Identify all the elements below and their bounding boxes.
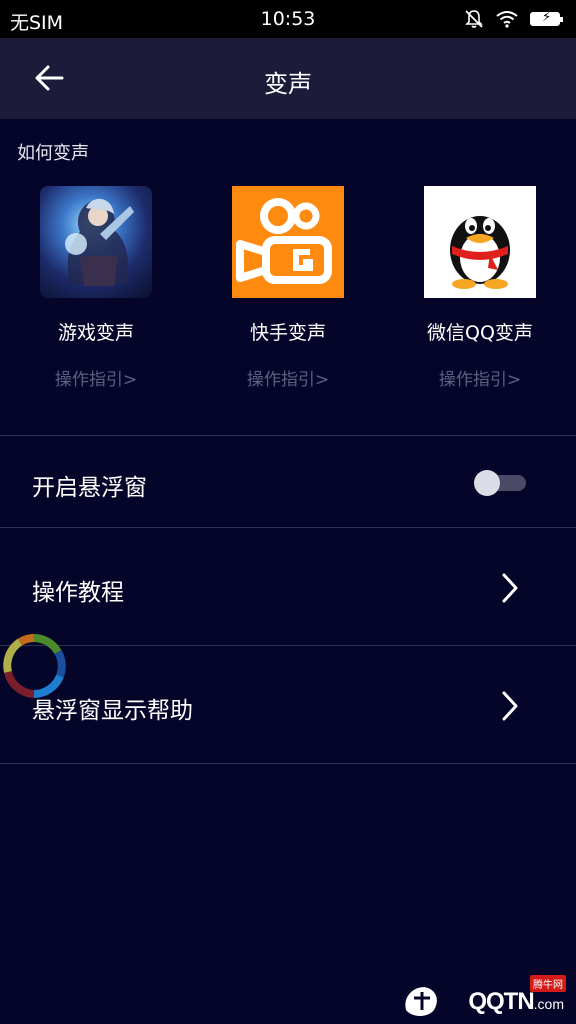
floating-window-label: 开启悬浮窗 bbox=[32, 475, 147, 501]
guide-link[interactable]: 操作指引> bbox=[192, 365, 384, 390]
game-character-icon bbox=[65, 198, 134, 286]
game-voice-card[interactable]: 游戏变声 操作指引> bbox=[0, 186, 192, 390]
mute-bell-icon bbox=[465, 10, 483, 28]
game-thumbnail bbox=[40, 186, 152, 298]
wechat-qq-voice-card[interactable]: 微信QQ变声 操作指引> bbox=[384, 186, 576, 390]
status-icons: ⚡ bbox=[464, 9, 563, 29]
qq-logo bbox=[424, 186, 536, 298]
guide-link[interactable]: 操作指引> bbox=[384, 365, 576, 390]
watermark-text: QQTN.com bbox=[468, 988, 564, 1016]
app-name: 微信QQ变声 bbox=[427, 322, 533, 344]
qq-penguin-icon bbox=[450, 216, 510, 289]
nav-bar: 变声 bbox=[0, 38, 576, 119]
floating-window-toggle[interactable] bbox=[474, 470, 526, 496]
watermark-logo-icon bbox=[405, 987, 437, 1016]
watermark-suffix: .com bbox=[533, 996, 564, 1012]
guide-link[interactable]: 操作指引> bbox=[0, 365, 192, 390]
floating-voice-bubble[interactable] bbox=[0, 632, 68, 700]
floating-help-row[interactable]: 悬浮窗显示帮助 bbox=[0, 646, 576, 763]
floating-ring-icon bbox=[3, 634, 66, 698]
app-name: 游戏变声 bbox=[57, 322, 134, 344]
divider bbox=[0, 763, 576, 764]
kuaishou-voice-card[interactable]: 快手变声 操作指引> bbox=[192, 186, 384, 390]
watermark-brand: QQTN bbox=[468, 988, 534, 1015]
wifi-icon bbox=[496, 11, 518, 28]
section-title: 如何变声 bbox=[17, 143, 89, 164]
kuaishou-logo bbox=[232, 186, 344, 298]
page-title: 变声 bbox=[264, 70, 312, 98]
watermark: 腾牛网 QQTN.com bbox=[400, 975, 570, 1022]
tutorial-label: 操作教程 bbox=[32, 580, 124, 606]
chevron-right-icon bbox=[502, 573, 518, 603]
toggle-knob bbox=[474, 470, 500, 496]
kuaishou-camera-icon bbox=[236, 198, 332, 284]
tutorial-row[interactable]: 操作教程 bbox=[0, 528, 576, 645]
chevron-right-icon bbox=[502, 691, 518, 721]
battery-charging-icon: ⚡ bbox=[530, 10, 563, 26]
status-bar: 无SIM 10:53 ⚡ bbox=[0, 0, 576, 38]
app-name: 快手变声 bbox=[249, 322, 326, 344]
